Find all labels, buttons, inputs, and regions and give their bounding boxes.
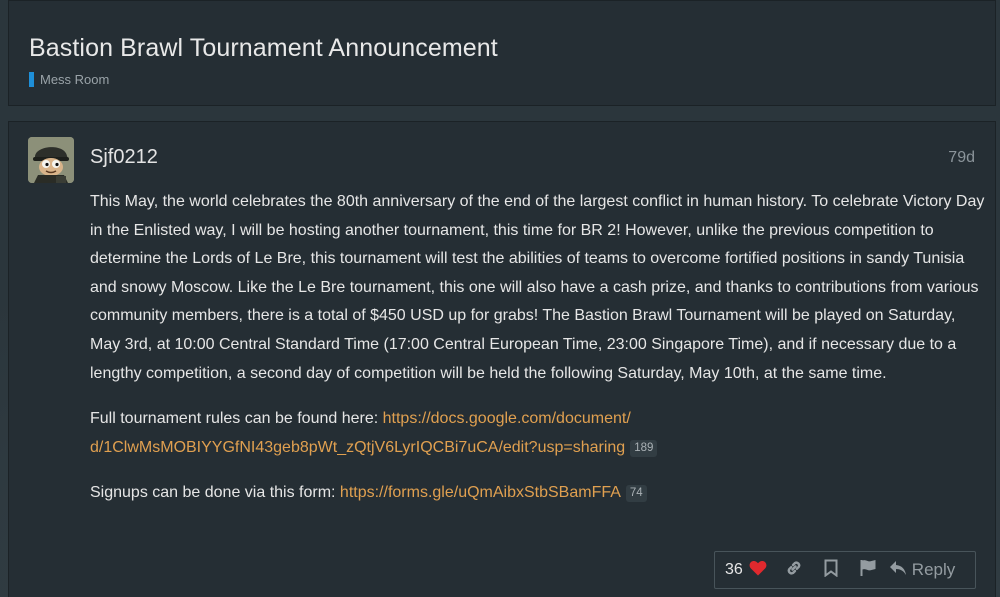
signup-link[interactable]: https://forms.gle/uQmAibxStbSBamFFA xyxy=(340,484,621,501)
rules-click-count: 189 xyxy=(630,439,658,457)
flag-button[interactable] xyxy=(859,559,877,582)
post-username[interactable]: Sjf0212 xyxy=(90,146,158,169)
reply-button[interactable]: Reply xyxy=(889,560,955,581)
post-actions: 36 Reply xyxy=(714,551,976,589)
reply-arrow-icon xyxy=(889,560,907,581)
rules-prefix: Full tournament rules can be found here: xyxy=(90,410,383,428)
like-button[interactable]: 36 xyxy=(725,560,767,581)
category-color-swatch xyxy=(29,72,34,87)
topic-page: Bastion Brawl Tournament Announcement Me… xyxy=(0,0,1000,597)
share-link-button[interactable] xyxy=(785,559,803,582)
signup-click-count: 74 xyxy=(625,485,647,503)
bookmark-icon xyxy=(823,559,839,582)
post: Sjf0212 79d This May, the world celebrat… xyxy=(8,121,996,597)
rules-link-line1: https://docs.google.com/document/ xyxy=(382,410,631,428)
link-icon xyxy=(785,559,803,582)
post-paragraph: This May, the world celebrates the 80th … xyxy=(90,193,985,382)
post-body: This May, the world celebrates the 80th … xyxy=(90,188,985,525)
topic-header: Bastion Brawl Tournament Announcement Me… xyxy=(8,0,996,106)
signup-paragraph: Signups can be done via this form: https… xyxy=(90,479,985,508)
flag-icon xyxy=(859,559,877,582)
like-count: 36 xyxy=(725,561,743,578)
reply-label: Reply xyxy=(911,560,956,579)
rules-link-line2: d/1ClwMsMOBIYYGfNI43geb8pWt_zQtjV6LyrIQC… xyxy=(90,438,626,456)
heart-icon xyxy=(749,560,767,581)
soldier-avatar-icon[interactable] xyxy=(28,137,74,183)
category-badge[interactable]: Mess Room xyxy=(29,72,109,87)
post-date[interactable]: 79d xyxy=(948,149,975,167)
rules-paragraph: Full tournament rules can be found here:… xyxy=(90,405,985,462)
topic-title[interactable]: Bastion Brawl Tournament Announcement xyxy=(29,34,498,63)
category-label: Mess Room xyxy=(40,72,110,87)
signup-prefix: Signups can be done via this form: xyxy=(90,484,340,502)
bookmark-button[interactable] xyxy=(823,559,839,582)
